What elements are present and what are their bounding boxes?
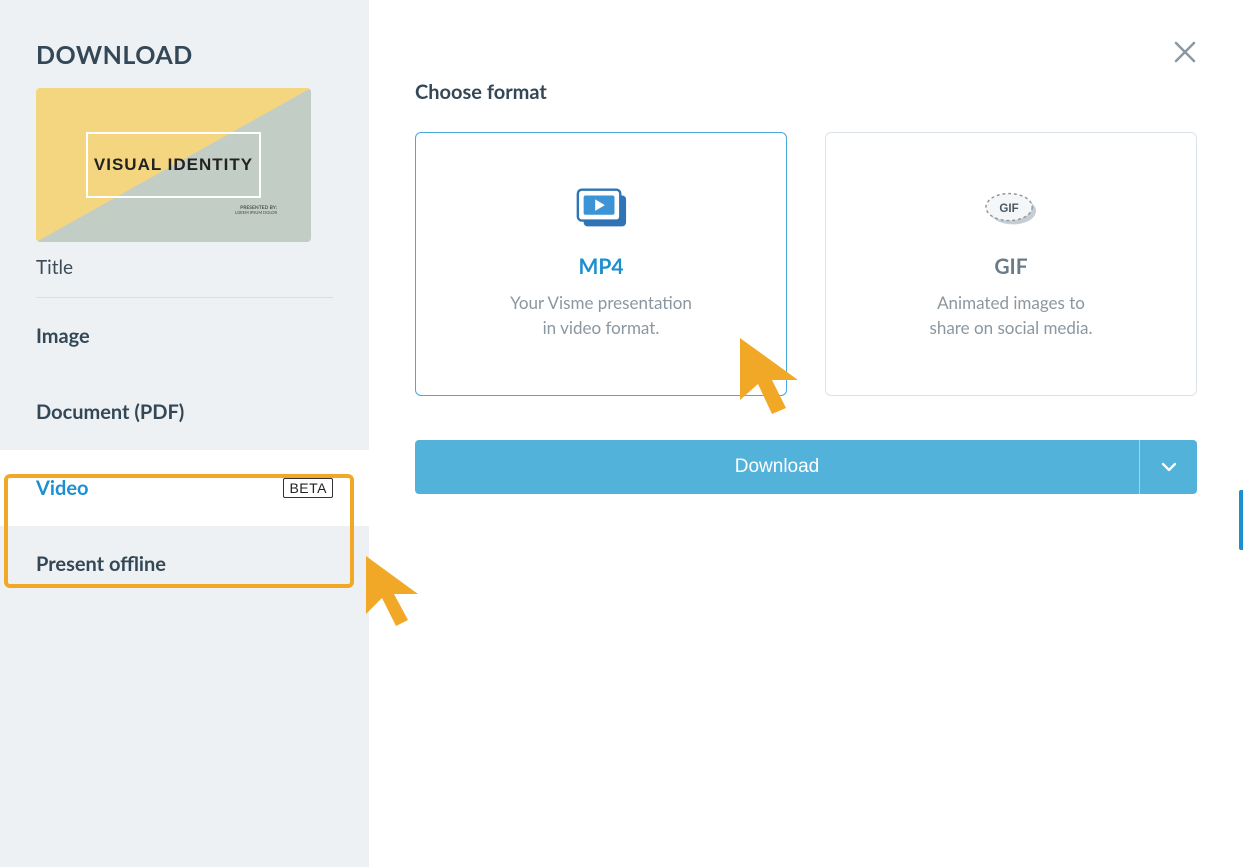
- video-icon: [574, 188, 628, 230]
- project-title-label: Title: [0, 256, 369, 297]
- close-button[interactable]: [1173, 40, 1197, 68]
- sidebar-heading: DOWNLOAD: [0, 0, 369, 88]
- svg-text:GIF: GIF: [999, 203, 1018, 215]
- format-description: Animated images to share on social media…: [930, 291, 1093, 340]
- thumbnail-subtitle: PRESENTED BY: LOREM IPSUM DOLOR: [235, 205, 277, 216]
- format-description: Your Visme presentation in video format.: [510, 291, 692, 340]
- sidebar-item-video[interactable]: Video BETA: [0, 450, 369, 526]
- format-label: MP4: [578, 254, 623, 279]
- download-button-group: Download: [415, 440, 1197, 494]
- thumbnail-title: VISUAL IDENTITY: [86, 132, 261, 198]
- sidebar-item-image[interactable]: Image: [0, 298, 369, 374]
- beta-badge: BETA: [283, 478, 333, 498]
- download-button[interactable]: Download: [415, 440, 1139, 494]
- sidebar-item-label: Present offline: [36, 552, 166, 576]
- main-panel: Choose format MP4 Your Visme presentatio…: [369, 0, 1243, 867]
- close-icon: [1173, 40, 1197, 64]
- chevron-down-icon: [1161, 462, 1177, 472]
- sidebar-item-label: Video: [36, 476, 89, 500]
- gif-icon: GIF: [984, 188, 1038, 230]
- format-card-mp4[interactable]: MP4 Your Visme presentation in video for…: [415, 132, 787, 396]
- format-card-gif[interactable]: GIF GIF Animated images to share on soci…: [825, 132, 1197, 396]
- project-thumbnail[interactable]: VISUAL IDENTITY PRESENTED BY: LOREM IPSU…: [36, 88, 311, 242]
- sidebar-item-label: Document (PDF): [36, 400, 184, 424]
- format-label: GIF: [994, 254, 1027, 279]
- sidebar: DOWNLOAD VISUAL IDENTITY PRESENTED BY: L…: [0, 0, 369, 867]
- format-options: MP4 Your Visme presentation in video for…: [415, 132, 1197, 396]
- sidebar-item-label: Image: [36, 324, 90, 348]
- sidebar-item-document[interactable]: Document (PDF): [0, 374, 369, 450]
- download-dropdown-button[interactable]: [1139, 440, 1197, 494]
- right-edge-accent: [1239, 490, 1243, 550]
- choose-format-title: Choose format: [415, 80, 1197, 104]
- sidebar-item-present-offline[interactable]: Present offline: [0, 526, 369, 602]
